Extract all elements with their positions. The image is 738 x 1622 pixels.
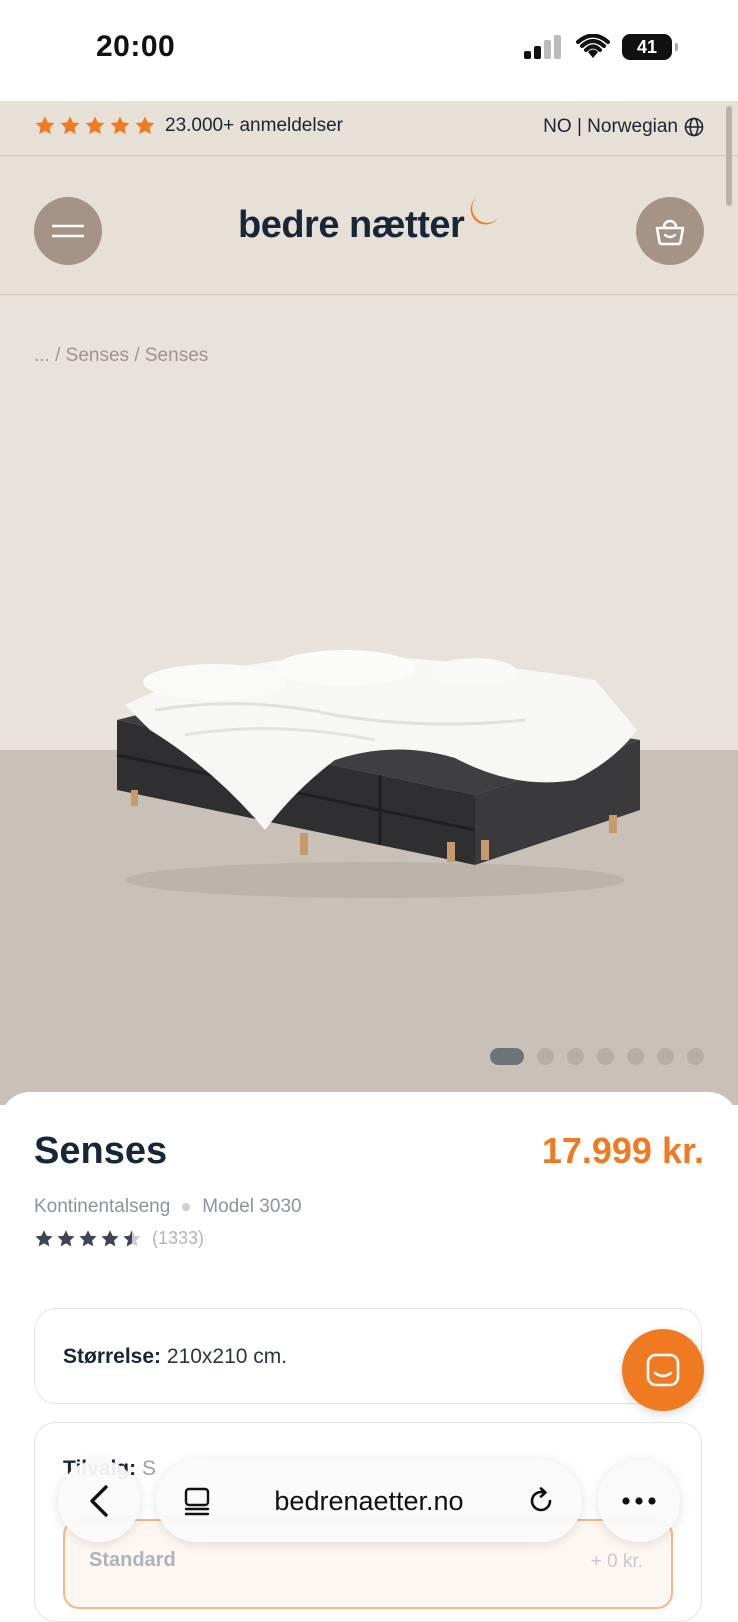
product-price: 17.999 kr. bbox=[541, 1130, 704, 1171]
star-icon bbox=[35, 1229, 53, 1246]
size-label: Størrelse: bbox=[63, 1345, 162, 1368]
product-model: Model 3030 bbox=[202, 1196, 302, 1217]
site-header: bedre nætter bbox=[0, 156, 738, 295]
carousel-dot[interactable] bbox=[537, 1048, 554, 1065]
product-rating[interactable]: (1333) bbox=[34, 1228, 204, 1249]
review-count: (1333) bbox=[152, 1228, 205, 1248]
star-icon bbox=[110, 116, 130, 135]
status-icons: 41 bbox=[524, 34, 678, 60]
product-title: Senses bbox=[34, 1130, 168, 1172]
back-button[interactable] bbox=[58, 1460, 140, 1542]
reload-icon[interactable] bbox=[526, 1486, 556, 1516]
hamburger-icon bbox=[52, 224, 84, 238]
locale-label: NO | Norwegian bbox=[543, 116, 678, 137]
scrollbar[interactable] bbox=[726, 106, 732, 206]
carousel-dot[interactable] bbox=[597, 1048, 614, 1065]
chevron-left-icon bbox=[90, 1485, 108, 1517]
star-icon bbox=[101, 1229, 119, 1246]
browser-toolbar: bedrenaetter.no bbox=[0, 1456, 738, 1566]
star-icon bbox=[35, 116, 55, 135]
star-icon bbox=[57, 1229, 75, 1246]
size-value: 210x210 cm. bbox=[166, 1345, 288, 1368]
carousel-dot[interactable] bbox=[687, 1048, 704, 1065]
size-selector[interactable]: Størrelse: 210x210 cm. bbox=[34, 1308, 702, 1404]
cart-button[interactable] bbox=[636, 197, 704, 265]
menu-button[interactable] bbox=[34, 197, 102, 265]
bed-product-image bbox=[116, 650, 640, 898]
shopping-basket-icon bbox=[655, 219, 685, 246]
reviews-count-text: 23.000+ anmeldelser bbox=[165, 115, 343, 136]
globe-icon bbox=[684, 117, 704, 137]
separator-dot bbox=[182, 1203, 191, 1211]
review-stars[interactable]: 23.000+ anmeldelser bbox=[34, 115, 343, 137]
chat-button[interactable] bbox=[622, 1329, 704, 1411]
status-bar: 20:00 41 bbox=[0, 0, 738, 101]
tabs-icon bbox=[184, 1487, 210, 1516]
star-icon bbox=[135, 116, 155, 135]
site-logo[interactable]: bedre nætter bbox=[238, 204, 465, 247]
product-category: Kontinentalseng bbox=[34, 1196, 171, 1217]
wifi-icon bbox=[576, 34, 610, 58]
ellipsis-icon bbox=[622, 1497, 656, 1505]
more-options-button[interactable] bbox=[598, 1460, 680, 1542]
locale-selector[interactable]: NO | Norwegian bbox=[543, 116, 704, 138]
battery-icon: 41 bbox=[622, 34, 678, 60]
cellular-signal-icon bbox=[524, 35, 561, 59]
product-meta: Kontinentalseng Model 3030 bbox=[34, 1196, 302, 1218]
breadcrumb[interactable]: ... / Senses / Senses bbox=[34, 345, 208, 367]
battery-level: 41 bbox=[636, 36, 658, 57]
carousel-dot-active[interactable] bbox=[490, 1048, 524, 1065]
star-icon bbox=[85, 116, 105, 135]
carousel-dot[interactable] bbox=[627, 1048, 644, 1065]
promo-bar: 23.000+ anmeldelser NO | Norwegian bbox=[0, 101, 738, 156]
carousel-dots[interactable] bbox=[490, 1048, 704, 1065]
half-star-icon bbox=[123, 1229, 141, 1246]
star-icon bbox=[60, 116, 80, 135]
moon-icon bbox=[470, 198, 498, 225]
chat-icon bbox=[646, 1353, 680, 1387]
address-bar[interactable]: bedrenaetter.no bbox=[156, 1460, 582, 1542]
size-selector-text: Størrelse: 210x210 cm. bbox=[63, 1345, 287, 1369]
carousel-dot[interactable] bbox=[567, 1048, 584, 1065]
carousel-dot[interactable] bbox=[657, 1048, 674, 1065]
status-time: 20:00 bbox=[96, 30, 176, 63]
product-hero-image[interactable]: ... / Senses / Senses bbox=[0, 295, 738, 1105]
star-icon bbox=[79, 1229, 97, 1246]
url-text: bedrenaetter.no bbox=[274, 1485, 464, 1516]
